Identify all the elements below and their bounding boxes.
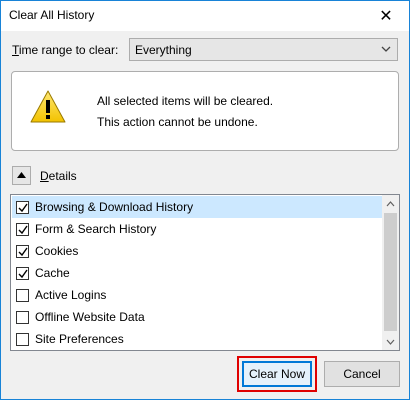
list-item[interactable]: Active Logins: [12, 284, 382, 306]
list-item-label: Form & Search History: [35, 222, 157, 236]
window-title: Clear All History: [9, 8, 95, 22]
details-label: Details: [40, 169, 77, 183]
chevron-up-icon: [17, 172, 26, 178]
history-items-list: Browsing & Download History Form & Searc…: [10, 194, 400, 351]
list-item-label: Browsing & Download History: [35, 200, 194, 214]
scroll-thumb[interactable]: [384, 213, 397, 331]
list-item-label: Active Logins: [35, 288, 107, 302]
title-bar[interactable]: Clear All History ✕: [1, 1, 409, 31]
list-item[interactable]: Cookies: [12, 240, 382, 262]
list-item-label: Offline Website Data: [35, 310, 145, 324]
checkbox[interactable]: [16, 333, 29, 346]
list-item-label: Cookies: [35, 244, 79, 258]
cancel-button[interactable]: Cancel: [324, 361, 400, 387]
warning-text-line2: This action cannot be undone.: [97, 115, 258, 129]
list-item-label: Cache: [35, 266, 70, 280]
chevron-down-icon: [381, 46, 391, 52]
warning-panel: All selected items will be cleared. This…: [11, 71, 399, 151]
scroll-down-button[interactable]: [382, 333, 399, 350]
list-item[interactable]: Form & Search History: [12, 218, 382, 240]
time-range-select[interactable]: Everything: [129, 38, 398, 61]
checkbox[interactable]: [16, 201, 29, 214]
checkbox[interactable]: [16, 245, 29, 258]
details-toggle-button[interactable]: [12, 166, 31, 185]
time-range-value: Everything: [135, 43, 192, 57]
checkbox[interactable]: [16, 223, 29, 236]
time-range-label: Time range to clear:: [12, 43, 119, 57]
list-item[interactable]: Offline Website Data: [12, 306, 382, 328]
list-item[interactable]: Cache: [12, 262, 382, 284]
list-item[interactable]: Site Preferences: [12, 328, 382, 350]
scroll-up-button[interactable]: [382, 195, 399, 212]
close-icon: ✕: [379, 8, 393, 25]
checkbox[interactable]: [16, 289, 29, 302]
warning-triangle-icon: [30, 90, 66, 123]
checkbox[interactable]: [16, 311, 29, 324]
clear-now-button[interactable]: Clear Now: [242, 361, 312, 387]
list-item[interactable]: Browsing & Download History: [12, 196, 382, 218]
clear-history-dialog: Clear All History ✕ Time range to clear:…: [0, 0, 410, 400]
list-item-label: Site Preferences: [35, 332, 124, 346]
list-scrollbar[interactable]: [382, 195, 399, 350]
warning-text-line1: All selected items will be cleared.: [97, 94, 274, 108]
chevron-up-icon: [386, 200, 395, 206]
close-button[interactable]: ✕: [363, 1, 409, 31]
checkbox[interactable]: [16, 267, 29, 280]
chevron-down-icon: [386, 339, 395, 345]
